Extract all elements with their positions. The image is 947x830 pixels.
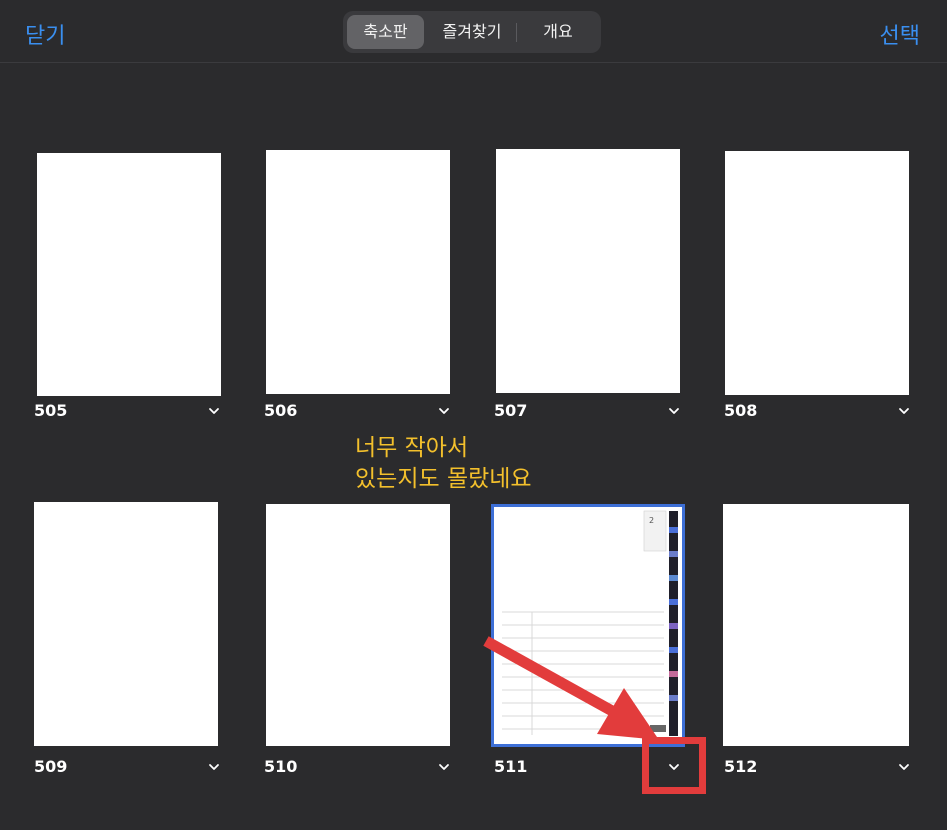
red-arrow-annotation: [483, 636, 659, 740]
highlight-box: [642, 737, 706, 794]
thumbnail-view: 닫기 축소판 즐겨찾기 개요 선택 505 506 507 508 너무 작아서…: [0, 0, 947, 830]
